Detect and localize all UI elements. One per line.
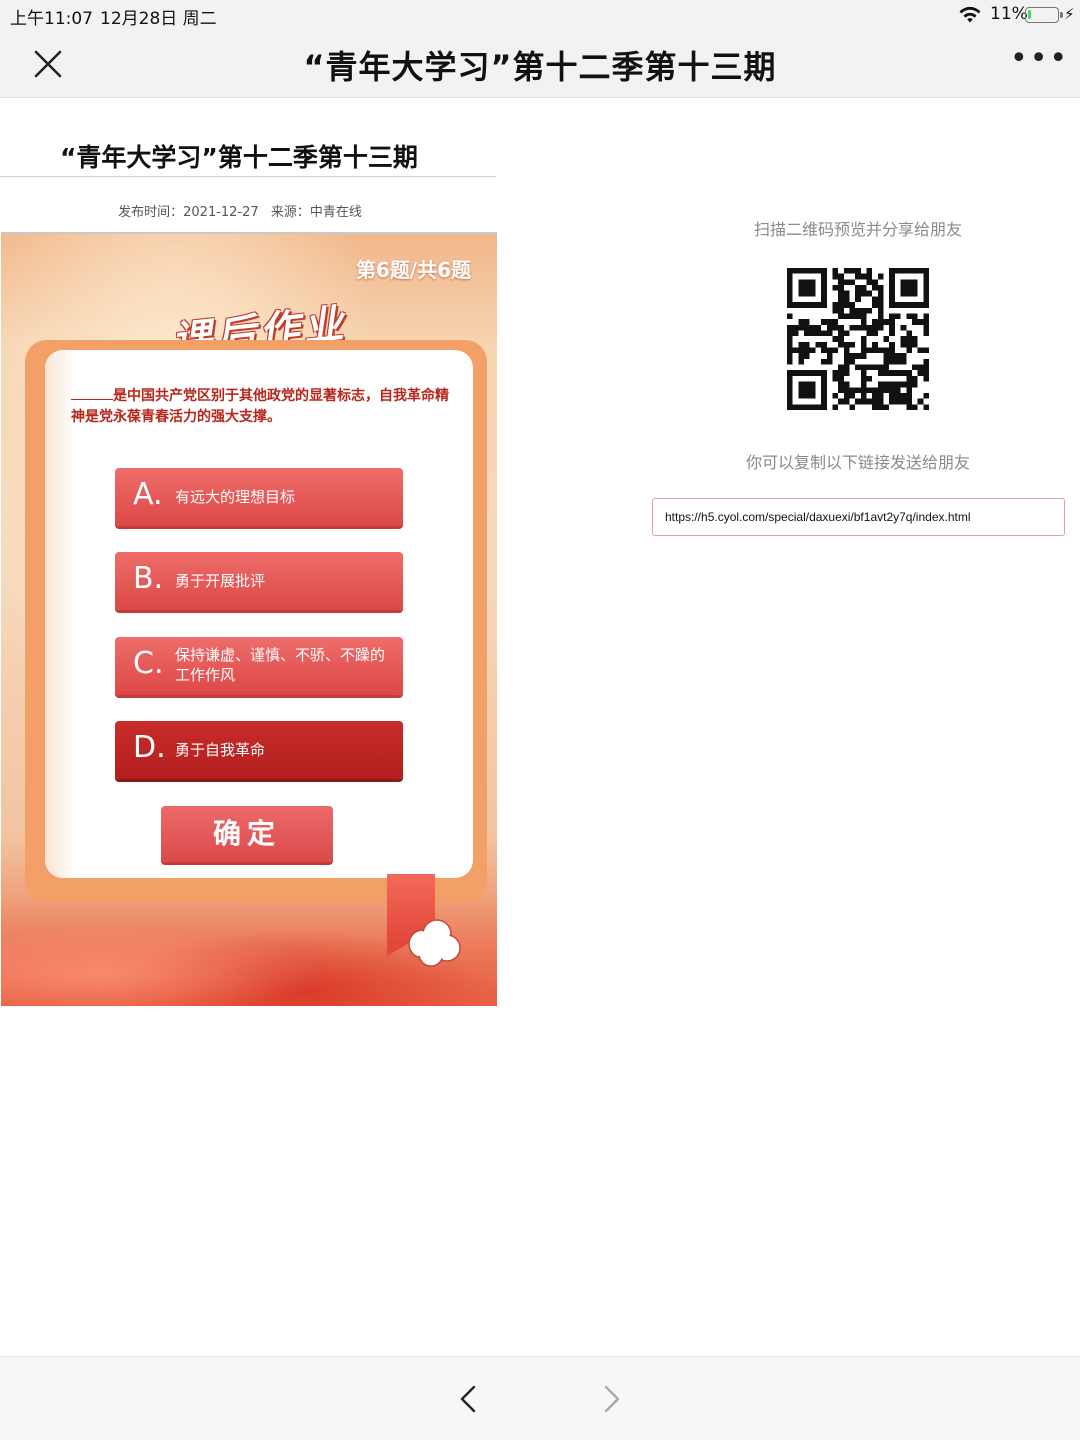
option-letter: C. — [133, 646, 164, 681]
link-hint: 你可以复制以下链接发送给朋友 — [745, 453, 970, 472]
qr-hint: 扫描二维码预览并分享给朋友 — [753, 220, 962, 239]
question-blank — [71, 386, 113, 400]
confirm-button[interactable]: 确定 — [161, 806, 333, 862]
chevron-left-icon[interactable] — [454, 1383, 484, 1415]
publish-label: 发布时间： — [118, 205, 184, 220]
bottom-toolbar — [0, 1356, 1080, 1440]
chevron-right-icon[interactable] — [596, 1383, 626, 1415]
nav-bar: “青年大学习”第十二季第十三期 ••• — [0, 30, 1080, 98]
card-edge — [45, 350, 75, 878]
article-meta: 发布时间：2021-12-27 来源：中青在线 — [0, 201, 480, 220]
question-counter: 第6题/共6题 — [355, 258, 471, 282]
status-time: 上午11:07 — [10, 9, 93, 29]
status-bar: 上午11:07 12月28日 周二 11% ⚡ — [0, 0, 1080, 30]
title-divider — [0, 176, 496, 177]
option-c[interactable]: C. 保持谦虚、谨慎、不骄、不躁的工作作风 — [115, 637, 403, 695]
option-b[interactable]: B. 勇于开展批评 — [115, 552, 403, 610]
qr-code — [787, 268, 929, 410]
more-icon[interactable]: ••• — [1010, 44, 1067, 76]
publish-info: 发布时间：2021-12-27 — [118, 205, 259, 220]
cloud-icon — [408, 919, 461, 967]
publish-date: 2021-12-27 — [183, 205, 259, 220]
charging-bolt-icon: ⚡ — [1064, 5, 1075, 23]
nav-title: “青年大学习”第十二季第十三期 — [303, 48, 777, 86]
battery-percent: 11% — [990, 4, 1028, 24]
question-text: 是中国共产党区别于其他政党的显著标志，自我革命精神是党永葆青春活力的强大支撑。 — [71, 386, 461, 428]
option-text: 有远大的理想目标 — [175, 488, 296, 506]
source-value: 中青在线 — [309, 205, 362, 220]
option-text: 勇于开展批评 — [175, 572, 266, 590]
question-card — [45, 350, 473, 878]
status-date: 12月28日 周二 — [100, 9, 217, 29]
source-info: 来源：中青在线 — [271, 205, 362, 220]
battery-icon — [1025, 7, 1063, 23]
option-text: 保持谦虚、谨慎、不骄、不躁的工作作风 — [175, 646, 386, 684]
option-letter: D. — [133, 730, 166, 765]
wifi-icon — [959, 6, 981, 23]
option-letter: A. — [133, 477, 163, 512]
battery-level — [1028, 10, 1031, 19]
source-label: 来源： — [270, 205, 310, 220]
option-text: 勇于自我革命 — [175, 741, 266, 759]
quiz-poster: 第6题/共6题 课后作业 是中国共产党区别于其他政党的显著标志，自我革命精神是党… — [1, 232, 497, 1006]
article-title: “青年大学习”第十二季第十三期 — [60, 143, 418, 172]
option-a[interactable]: A. 有远大的理想目标 — [115, 468, 403, 526]
share-url-field[interactable] — [652, 498, 1065, 536]
question-body: 是中国共产党区别于其他政党的显著标志，自我革命精神是党永葆青春活力的强大支撑。 — [71, 388, 449, 425]
option-letter: B. — [133, 561, 164, 596]
option-d[interactable]: D. 勇于自我革命 — [115, 721, 403, 779]
